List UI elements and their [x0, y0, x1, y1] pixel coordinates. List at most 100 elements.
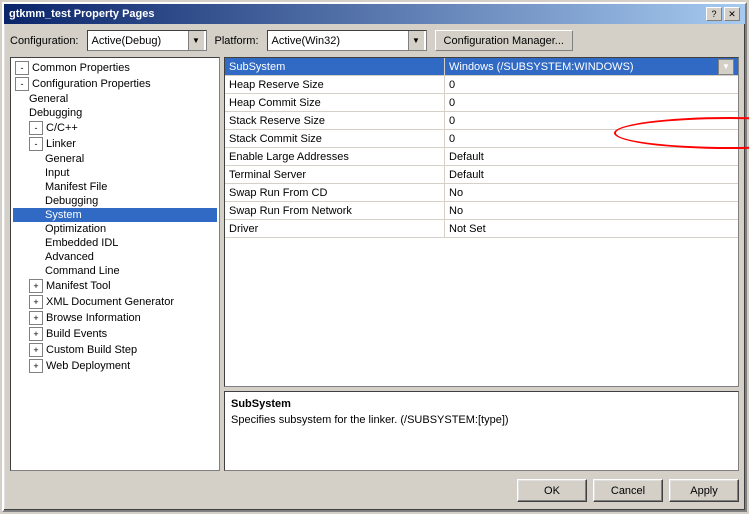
title-bar-buttons: ? ✕	[706, 7, 740, 21]
platform-dropdown[interactable]: Active(Win32) ▼	[267, 30, 427, 51]
prop-row-heap-commit[interactable]: Heap Commit Size 0	[225, 94, 738, 112]
tree-item-label: Input	[45, 167, 69, 179]
platform-dropdown-arrow[interactable]: ▼	[408, 31, 424, 50]
tree-item-manifest-tool[interactable]: + Manifest Tool	[13, 278, 217, 294]
config-dropdown-value: Active(Debug)	[90, 35, 188, 47]
prop-row-stack-reserve[interactable]: Stack Reserve Size 0	[225, 112, 738, 130]
tree-item-command-line[interactable]: Command Line	[13, 264, 217, 278]
tree-item-linker-general[interactable]: General	[13, 152, 217, 166]
tree-item-web-deploy[interactable]: + Web Deployment	[13, 358, 217, 374]
tree-item-common-props[interactable]: - Common Properties	[13, 60, 217, 76]
prop-row-driver[interactable]: Driver Not Set	[225, 220, 738, 238]
expand-browse-info[interactable]: +	[29, 311, 43, 325]
main-area: - Common Properties - Configuration Prop…	[10, 57, 739, 471]
prop-row-stack-commit[interactable]: Stack Commit Size 0	[225, 130, 738, 148]
expand-common-props[interactable]: -	[15, 61, 29, 75]
prop-row-swap-cd[interactable]: Swap Run From CD No	[225, 184, 738, 202]
tree-item-manifest-file[interactable]: Manifest File	[13, 180, 217, 194]
window-title: gtkmm_test Property Pages	[9, 8, 155, 20]
tree-item-advanced[interactable]: Advanced	[13, 250, 217, 264]
expand-build-events[interactable]: +	[29, 327, 43, 341]
tree-item-label: General	[45, 153, 84, 165]
tree-panel: - Common Properties - Configuration Prop…	[10, 57, 220, 471]
tree-item-embedded-idl[interactable]: Embedded IDL	[13, 236, 217, 250]
platform-label: Platform:	[215, 35, 259, 47]
subsystem-value: Windows (/SUBSYSTEM:WINDOWS)	[449, 61, 718, 73]
apply-button[interactable]: Apply	[669, 479, 739, 502]
right-panel: SubSystem Windows (/SUBSYSTEM:WINDOWS) ▼…	[224, 57, 739, 471]
prop-value-heap-reserve: 0	[445, 76, 738, 93]
tree-item-label: Command Line	[45, 265, 120, 277]
prop-name-driver: Driver	[225, 220, 445, 237]
tree-item-debugging2[interactable]: Debugging	[13, 194, 217, 208]
tree-item-label: Browse Information	[46, 312, 141, 324]
tree-item-custom-build[interactable]: + Custom Build Step	[13, 342, 217, 358]
prop-row-terminal-server[interactable]: Terminal Server Default	[225, 166, 738, 184]
tree-item-label: XML Document Generator	[46, 296, 174, 308]
prop-value-swap-net: No	[445, 202, 738, 219]
prop-row-large-addr[interactable]: Enable Large Addresses Default	[225, 148, 738, 166]
tree-item-optimization[interactable]: Optimization	[13, 222, 217, 236]
tree-item-label: Advanced	[45, 251, 94, 263]
description-panel: SubSystem Specifies subsystem for the li…	[224, 391, 739, 471]
expand-custom-build[interactable]: +	[29, 343, 43, 357]
expand-web-deploy[interactable]: +	[29, 359, 43, 373]
prop-name-stack-reserve: Stack Reserve Size	[225, 112, 445, 129]
tree-item-general[interactable]: General	[13, 92, 217, 106]
prop-row-swap-net[interactable]: Swap Run From Network No	[225, 202, 738, 220]
tree-item-cpp[interactable]: - C/C++	[13, 120, 217, 136]
tree-item-label: Common Properties	[32, 62, 130, 74]
config-dropdown-arrow[interactable]: ▼	[188, 31, 204, 50]
config-dropdown[interactable]: Active(Debug) ▼	[87, 30, 207, 51]
tree-item-label: C/C++	[46, 122, 78, 134]
tree-item-label: Web Deployment	[46, 360, 130, 372]
bottom-buttons: OK Cancel Apply	[10, 477, 739, 504]
ok-button[interactable]: OK	[517, 479, 587, 502]
cancel-button[interactable]: Cancel	[593, 479, 663, 502]
close-button[interactable]: ✕	[724, 7, 740, 21]
tree-item-label: Manifest Tool	[46, 280, 111, 292]
prop-name-stack-commit: Stack Commit Size	[225, 130, 445, 147]
window-content: Configuration: Active(Debug) ▼ Platform:…	[4, 24, 745, 510]
prop-name-swap-cd: Swap Run From CD	[225, 184, 445, 201]
tree-item-label: Linker	[46, 138, 76, 150]
config-manager-button[interactable]: Configuration Manager...	[435, 30, 573, 51]
tree-item-config-props[interactable]: - Configuration Properties	[13, 76, 217, 92]
expand-config-props[interactable]: -	[15, 77, 29, 91]
tree-item-input[interactable]: Input	[13, 166, 217, 180]
tree-item-label: Debugging	[29, 107, 82, 119]
prop-value-stack-reserve: 0	[445, 112, 738, 129]
prop-value-driver: Not Set	[445, 220, 738, 237]
expand-manifest-tool[interactable]: +	[29, 279, 43, 293]
config-label: Configuration:	[10, 35, 79, 47]
subsystem-dropdown-btn[interactable]: ▼	[718, 59, 734, 75]
prop-value-stack-commit: 0	[445, 130, 738, 147]
prop-value-swap-cd: No	[445, 184, 738, 201]
tree-item-debugging[interactable]: Debugging	[13, 106, 217, 120]
tree-item-system[interactable]: System	[13, 208, 217, 222]
prop-name-subsystem: SubSystem	[225, 58, 445, 75]
tree-item-browse-info[interactable]: + Browse Information	[13, 310, 217, 326]
tree-item-build-events[interactable]: + Build Events	[13, 326, 217, 342]
expand-xml-doc[interactable]: +	[29, 295, 43, 309]
prop-name-terminal-server: Terminal Server	[225, 166, 445, 183]
tree-item-label: Manifest File	[45, 181, 107, 193]
prop-name-heap-reserve: Heap Reserve Size	[225, 76, 445, 93]
tree-item-label: Optimization	[45, 223, 106, 235]
tree-item-linker[interactable]: - Linker	[13, 136, 217, 152]
description-text: Specifies subsystem for the linker. (/SU…	[231, 414, 732, 426]
tree-item-xml-doc-gen[interactable]: + XML Document Generator	[13, 294, 217, 310]
prop-value-subsystem[interactable]: Windows (/SUBSYSTEM:WINDOWS) ▼	[445, 58, 738, 75]
prop-row-subsystem[interactable]: SubSystem Windows (/SUBSYSTEM:WINDOWS) ▼	[225, 58, 738, 76]
platform-dropdown-value: Active(Win32)	[270, 35, 408, 47]
title-bar: gtkmm_test Property Pages ? ✕	[4, 4, 745, 24]
tree-item-label: Debugging	[45, 195, 98, 207]
subsystem-dropdown[interactable]: Windows (/SUBSYSTEM:WINDOWS) ▼	[449, 59, 734, 75]
tree-item-label: Configuration Properties	[32, 78, 151, 90]
help-button[interactable]: ?	[706, 7, 722, 21]
tree-item-label: Custom Build Step	[46, 344, 137, 356]
expand-linker[interactable]: -	[29, 137, 43, 151]
prop-row-heap-reserve[interactable]: Heap Reserve Size 0	[225, 76, 738, 94]
expand-cpp[interactable]: -	[29, 121, 43, 135]
tree-item-label: System	[45, 209, 82, 221]
